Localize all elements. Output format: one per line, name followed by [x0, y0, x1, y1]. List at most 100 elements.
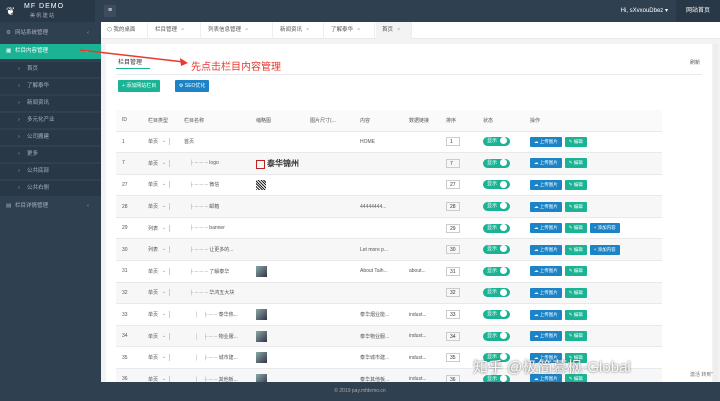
type-select[interactable]: 单页 ⌄ [148, 181, 170, 189]
cell-id: 1 [116, 131, 142, 154]
edit-button[interactable]: ✎ 编辑 [564, 309, 587, 320]
edit-button[interactable]: ✎ 编辑 [564, 266, 587, 277]
sort-input[interactable]: 33 [446, 310, 460, 320]
upload-image-button[interactable]: ☁ 上传图片 [530, 244, 562, 255]
table-row: 32 单页 ⌄ ├ ─ ─ ─ 华鸿五大块 32 显示 ☁ 上传图片 ✎ 编辑 [116, 282, 662, 305]
table-row: 7 单页 ⌄ ├ ─ ─ ─ logo 泰华锦州 7 显示 ☁ 上传图片 ✎ 编辑 [116, 152, 662, 175]
photo-thumbnail [256, 330, 267, 342]
upload-image-button[interactable]: ☁ 上传图片 [530, 331, 562, 342]
cell-sort: 29 [440, 217, 477, 240]
column-name: 首页 [184, 139, 195, 146]
type-select[interactable]: 单页 ⌄ [148, 332, 170, 340]
status-toggle[interactable]: 显示 [483, 266, 511, 276]
cell-sort: 35 [440, 346, 477, 370]
cell-id: 29 [116, 217, 142, 240]
cell-name: │ ├ ─ ─ 泰华热... [178, 303, 250, 326]
status-toggle[interactable]: 显示 [483, 202, 511, 212]
add-content-button[interactable]: + 添加内容 [589, 244, 620, 255]
status-toggle[interactable]: 显示 [483, 223, 511, 233]
cell-link [403, 131, 440, 154]
status-toggle[interactable]: 显示 [483, 245, 511, 255]
chevron-down-icon: ⌄ [161, 159, 166, 166]
cell-status: 显示 [477, 217, 524, 240]
edit-label: 编辑 [573, 138, 583, 144]
cell-type[interactable]: 单页 ⌄ [142, 260, 178, 283]
status-toggle[interactable]: 显示 [483, 331, 511, 341]
edit-button[interactable]: ✎ 编辑 [564, 223, 587, 234]
sort-input[interactable]: 34 [446, 331, 460, 341]
upload-image-label: 上传图片 [539, 311, 558, 317]
upload-image-button[interactable]: ☁ 上传图片 [530, 223, 562, 234]
status-toggle[interactable]: 显示 [483, 137, 511, 147]
upload-image-button[interactable]: ☁ 上传图片 [530, 158, 562, 169]
edit-button[interactable]: ✎ 编辑 [564, 201, 587, 212]
type-select[interactable]: 列表 ⌄ [148, 224, 170, 232]
upload-image-label: 上传图片 [539, 225, 558, 231]
status-toggle[interactable]: 显示 [483, 158, 511, 168]
cell-type[interactable]: 列表 ⌄ [142, 238, 178, 262]
edit-button[interactable]: ✎ 编辑 [564, 136, 587, 147]
sort-input[interactable]: 1 [446, 137, 460, 147]
cell-type[interactable]: 单页 ⌄ [142, 174, 178, 197]
sort-input[interactable]: 27 [446, 180, 460, 190]
cell-actions: ☁ 上传图片 ✎ 编辑 [524, 303, 662, 326]
cell-type[interactable]: 单页 ⌄ [142, 282, 178, 305]
type-select[interactable]: 单页 ⌄ [148, 203, 170, 211]
table-row: 30 列表 ⌄ ├ ─ ─ ─ 让更多的... Let more p... 30 显示 ☁ … [116, 238, 662, 262]
cell-size [304, 195, 354, 218]
upload-image-label: 上传图片 [539, 376, 558, 382]
upload-image-button[interactable]: ☁ 上传图片 [530, 136, 562, 147]
sort-input[interactable]: 7 [446, 158, 460, 168]
cell-id: 7 [116, 152, 142, 175]
sort-input[interactable]: 31 [446, 266, 460, 276]
sort-input[interactable]: 29 [446, 223, 460, 233]
cell-actions: ☁ 上传图片 ✎ 编辑 [524, 282, 662, 305]
edit-button[interactable]: ✎ 编辑 [564, 158, 587, 169]
edit-button[interactable]: ✎ 编辑 [564, 179, 587, 190]
type-select[interactable]: 列表 ⌄ [148, 246, 170, 254]
cell-id: 32 [116, 282, 142, 305]
type-select[interactable]: 单页 ⌄ [148, 267, 170, 275]
cell-content: 泰华烟业能... [354, 303, 403, 326]
cell-type[interactable]: 单页 ⌄ [142, 131, 178, 154]
column-name: 泰华热... [218, 312, 238, 319]
add-content-button[interactable]: + 添加内容 [589, 223, 620, 234]
cell-type[interactable]: 单页 ⌄ [142, 325, 178, 348]
type-select[interactable]: 单页 ⌄ [148, 138, 170, 146]
toggle-knob [500, 245, 508, 253]
status-toggle[interactable]: 显示 [483, 288, 511, 298]
sort-input[interactable]: 30 [446, 245, 460, 255]
type-select[interactable]: 单页 ⌄ [148, 311, 170, 319]
sort-input[interactable]: 32 [446, 288, 460, 298]
cell-actions: ☁ 上传图片 ✎ 编辑 [524, 131, 662, 154]
cell-sort: 1 [440, 131, 477, 154]
cell-link: indust... [403, 325, 440, 348]
col-header: 数据链接 [403, 110, 440, 132]
upload-image-button[interactable]: ☁ 上传图片 [530, 179, 562, 190]
qr-code-thumbnail [256, 179, 266, 190]
cell-name: ├ ─ ─ ─ 微信 [178, 174, 250, 197]
sort-input[interactable]: 35 [446, 353, 460, 363]
cell-content: HOME [354, 131, 403, 154]
edit-button[interactable]: ✎ 编辑 [564, 244, 587, 255]
edit-button[interactable]: ✎ 编辑 [564, 331, 587, 342]
status-toggle[interactable]: 显示 [483, 310, 511, 320]
upload-image-button[interactable]: ☁ 上传图片 [530, 201, 562, 212]
upload-image-button[interactable]: ☁ 上传图片 [530, 309, 562, 320]
upload-image-button[interactable]: ☁ 上传图片 [530, 266, 562, 277]
cell-type[interactable]: 单页 ⌄ [142, 346, 178, 370]
type-select[interactable]: 单页 ⌄ [148, 354, 170, 362]
cell-type[interactable]: 单页 ⌄ [142, 152, 178, 175]
edit-button[interactable]: ✎ 编辑 [564, 287, 587, 298]
cell-thumb: 泰华锦州 [250, 152, 304, 175]
type-select[interactable]: 单页 ⌄ [148, 289, 170, 297]
status-toggle[interactable]: 显示 [483, 180, 511, 190]
upload-image-button[interactable]: ☁ 上传图片 [530, 287, 562, 298]
type-select[interactable]: 单页 ⌄ [148, 159, 170, 167]
scrollbar[interactable] [713, 44, 718, 382]
cell-type[interactable]: 列表 ⌄ [142, 217, 178, 240]
cell-type[interactable]: 单页 ⌄ [142, 303, 178, 326]
sort-input[interactable]: 28 [446, 202, 460, 212]
cell-type[interactable]: 单页 ⌄ [142, 195, 178, 218]
cell-status: 显示 [477, 260, 524, 283]
